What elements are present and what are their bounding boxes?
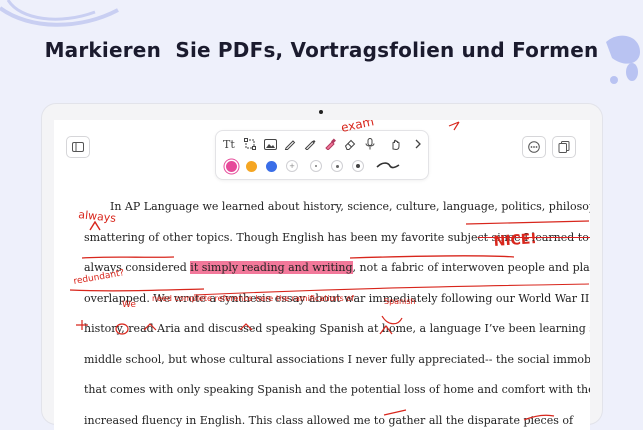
more-options-button[interactable] — [522, 136, 546, 158]
line-text: always considered — [84, 261, 190, 274]
line-text: smattering of other topics. Though Engli… — [84, 231, 477, 244]
line-text: that comes with only speaking Spanish an… — [84, 383, 590, 396]
color-swatch-orange[interactable] — [246, 161, 257, 172]
struck-text: ct since I learned to read, I — [477, 231, 590, 244]
document-line: history, read Aria and discussed speakin… — [84, 314, 574, 345]
lasso-hand-icon[interactable] — [386, 134, 406, 154]
ellipsis-icon — [528, 141, 540, 153]
copy-pages-icon — [558, 141, 570, 153]
line-text: , not a fabric of interwoven people and … — [353, 261, 590, 274]
camera-dot — [319, 110, 323, 114]
document-text: In AP Language we learned about history,… — [84, 192, 574, 430]
line-text: increased fluency in English. This class… — [84, 414, 573, 427]
eraser-icon[interactable] — [340, 134, 360, 154]
document-screen: Tt — [54, 120, 590, 430]
line-text: history, read Aria and discussed speakin… — [84, 322, 590, 335]
pen-icon[interactable] — [280, 134, 300, 154]
stroke-style-icon[interactable] — [375, 156, 401, 176]
line-text: In AP Language we learned about history,… — [110, 200, 590, 213]
line-text: middle school, but whose cultural associ… — [84, 353, 590, 366]
document-line: middle school, but whose cultural associ… — [84, 345, 574, 376]
stroke-size-medium[interactable] — [331, 160, 343, 172]
line-text: overlapped. We wrote a synthesis essay a… — [84, 292, 590, 305]
shape-select-icon[interactable] — [240, 134, 260, 154]
sidebar-toggle-button[interactable] — [66, 136, 90, 158]
document-line: increased fluency in English. This class… — [84, 406, 574, 430]
add-color-button[interactable]: + — [286, 160, 298, 172]
stroke-size-small[interactable] — [310, 160, 322, 172]
annotation-toolbar: Tt — [215, 130, 429, 180]
document-line: In AP Language we learned about history,… — [84, 192, 574, 223]
document-line: that comes with only speaking Spanish an… — [84, 375, 574, 406]
page-headline: Markieren Sie PDFs, Vortragsfolien und F… — [0, 38, 643, 62]
chevron-right-icon[interactable] — [408, 134, 428, 154]
document-line: smattering of other topics. Though Engli… — [84, 223, 574, 254]
document-line: always considered it simply reading and … — [84, 253, 574, 284]
color-swatch-pink[interactable] — [226, 161, 237, 172]
document-line: overlapped. We wrote a synthesis essay a… — [84, 284, 574, 315]
text-tool-icon[interactable]: Tt — [220, 134, 240, 154]
color-swatch-blue[interactable] — [266, 161, 277, 172]
highlighted-text: it simply reading and writing — [190, 261, 352, 274]
sidebar-icon — [72, 142, 84, 152]
pencil-icon[interactable] — [300, 134, 320, 154]
svg-text:Tt: Tt — [223, 138, 235, 150]
pages-button[interactable] — [552, 136, 576, 158]
stroke-size-large[interactable] — [352, 160, 364, 172]
image-icon[interactable] — [260, 134, 280, 154]
tablet-frame: Tt — [42, 104, 602, 424]
highlighter-icon[interactable] — [320, 134, 340, 154]
microphone-icon[interactable] — [360, 134, 380, 154]
